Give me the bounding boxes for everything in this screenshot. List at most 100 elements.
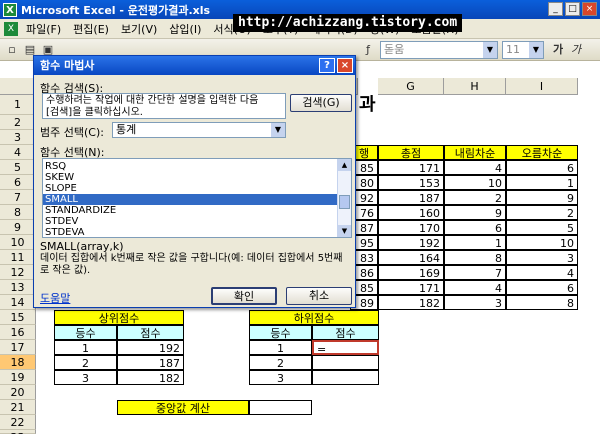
document-icon[interactable]: X: [4, 21, 18, 36]
font-size-combo[interactable]: 11 ▼: [502, 41, 544, 59]
function-list-item[interactable]: RSQ: [43, 161, 351, 172]
menu-insert[interactable]: 삽입(I): [163, 21, 207, 37]
minimize-button[interactable]: _: [548, 2, 563, 16]
row-header-6[interactable]: 6: [0, 175, 36, 190]
median-label[interactable]: 중앙값 계산: [117, 400, 249, 415]
help-icon[interactable]: ?: [319, 58, 335, 73]
row-header-2[interactable]: 2: [0, 115, 36, 130]
scroll-thumb[interactable]: [339, 195, 350, 209]
close-button[interactable]: ×: [582, 2, 597, 16]
row-header-18[interactable]: 18: [0, 355, 36, 370]
chevron-down-icon[interactable]: ▼: [271, 123, 285, 137]
top-score-1[interactable]: 192: [117, 340, 184, 355]
table-cell[interactable]: 6: [444, 220, 506, 235]
table-cell[interactable]: 6: [506, 160, 578, 175]
bottom-rank-3[interactable]: 3: [249, 370, 312, 385]
table-cell[interactable]: 171: [378, 280, 444, 295]
help-link[interactable]: 도움말: [40, 290, 70, 306]
row-header-15[interactable]: 15: [0, 310, 36, 325]
row-header-22[interactable]: 22: [0, 415, 36, 430]
bottom-score-title[interactable]: 하위점수: [249, 310, 379, 325]
bottom-rank-2[interactable]: 2: [249, 355, 312, 370]
menu-view[interactable]: 보기(V): [115, 21, 163, 37]
top-score-header[interactable]: 점수: [117, 325, 184, 340]
bold-icon[interactable]: 가: [550, 42, 566, 58]
table-cell[interactable]: 164: [378, 250, 444, 265]
table-cell[interactable]: 1: [444, 235, 506, 250]
bottom-rank-header[interactable]: 등수: [249, 325, 312, 340]
table-cell[interactable]: 187: [378, 190, 444, 205]
row-header-1[interactable]: 1: [0, 95, 36, 115]
table-cell[interactable]: 4: [444, 280, 506, 295]
row-header-20[interactable]: 20: [0, 385, 36, 400]
row-header-16[interactable]: 16: [0, 325, 36, 340]
table-cell[interactable]: 169: [378, 265, 444, 280]
select-all-corner[interactable]: [0, 78, 36, 95]
bottom-score-1-formula-cell[interactable]: =: [312, 340, 379, 355]
table-cell[interactable]: 4: [506, 265, 578, 280]
row-header-3[interactable]: 3: [0, 130, 36, 145]
font-name-combo[interactable]: 돋움 ▼: [380, 41, 498, 59]
table-cell[interactable]: 182: [378, 295, 444, 310]
table-cell[interactable]: 9: [444, 205, 506, 220]
chevron-down-icon[interactable]: ▼: [483, 42, 497, 58]
sheet-title-fragment[interactable]: 과: [356, 95, 416, 115]
menu-edit[interactable]: 편집(E): [67, 21, 115, 37]
table-cell[interactable]: 7: [444, 265, 506, 280]
function-list-item[interactable]: STDEV: [43, 216, 351, 227]
bottom-score-3[interactable]: [312, 370, 379, 385]
table-cell[interactable]: 192: [378, 235, 444, 250]
table-cell[interactable]: 3: [444, 295, 506, 310]
top-score-3[interactable]: 182: [117, 370, 184, 385]
function-list-item[interactable]: STANDARDIZE: [43, 205, 351, 216]
table-cell[interactable]: 3: [506, 250, 578, 265]
table-cell[interactable]: 10: [444, 175, 506, 190]
row-header-9[interactable]: 9: [0, 220, 36, 235]
top-rank-3[interactable]: 3: [54, 370, 117, 385]
row-header-11[interactable]: 11: [0, 250, 36, 265]
median-value-cell[interactable]: [249, 400, 312, 415]
table-cell[interactable]: 160: [378, 205, 444, 220]
table-cell[interactable]: 8: [444, 250, 506, 265]
scroll-down-icon[interactable]: ▼: [338, 225, 351, 237]
close-icon[interactable]: ×: [337, 58, 353, 73]
italic-icon[interactable]: 가: [568, 42, 584, 58]
table-header-asc[interactable]: 오름차순: [506, 145, 578, 160]
table-cell[interactable]: 153: [378, 175, 444, 190]
row-header-17[interactable]: 17: [0, 340, 36, 355]
column-header-g[interactable]: G: [378, 78, 444, 95]
function-search-input[interactable]: 수행하려는 작업에 대한 간단한 설명을 입력한 다음 [검색]을 클릭하십시오…: [42, 93, 286, 119]
function-list-scrollbar[interactable]: ▲ ▼: [337, 159, 351, 237]
function-list-item[interactable]: STDEVA: [43, 227, 351, 238]
search-button[interactable]: 검색(G): [290, 94, 352, 112]
insert-function-icon[interactable]: ƒ: [360, 42, 376, 58]
top-rank-header[interactable]: 등수: [54, 325, 117, 340]
row-header-8[interactable]: 8: [0, 205, 36, 220]
top-score-2[interactable]: 187: [117, 355, 184, 370]
function-list-item[interactable]: SKEW: [43, 172, 351, 183]
row-header-12[interactable]: 12: [0, 265, 36, 280]
row-header-23[interactable]: 23: [0, 430, 36, 434]
function-list-item[interactable]: SLOPE: [43, 183, 351, 194]
menu-file[interactable]: 파일(F): [20, 21, 67, 37]
column-header-h[interactable]: H: [444, 78, 506, 95]
function-list[interactable]: RSQ SKEW SLOPE SMALL STANDARDIZE STDEV STDEVA …: [42, 158, 352, 238]
row-header-7[interactable]: 7: [0, 190, 36, 205]
table-header-total[interactable]: 총점: [378, 145, 444, 160]
new-icon[interactable]: ▫: [4, 42, 20, 58]
table-cell[interactable]: 5: [506, 220, 578, 235]
row-header-21[interactable]: 21: [0, 400, 36, 415]
row-header-4[interactable]: 4: [0, 145, 36, 160]
table-cell[interactable]: 171: [378, 160, 444, 175]
cancel-button[interactable]: 취소: [286, 287, 352, 305]
bottom-rank-1[interactable]: 1: [249, 340, 312, 355]
row-header-10[interactable]: 10: [0, 235, 36, 250]
maximize-button[interactable]: □: [565, 2, 580, 16]
row-header-14[interactable]: 14: [0, 295, 36, 310]
chevron-down-icon[interactable]: ▼: [529, 42, 543, 58]
bottom-score-2[interactable]: [312, 355, 379, 370]
top-score-title[interactable]: 상위점수: [54, 310, 184, 325]
table-cell[interactable]: 2: [506, 205, 578, 220]
scroll-up-icon[interactable]: ▲: [338, 159, 351, 171]
row-header-5[interactable]: 5: [0, 160, 36, 175]
